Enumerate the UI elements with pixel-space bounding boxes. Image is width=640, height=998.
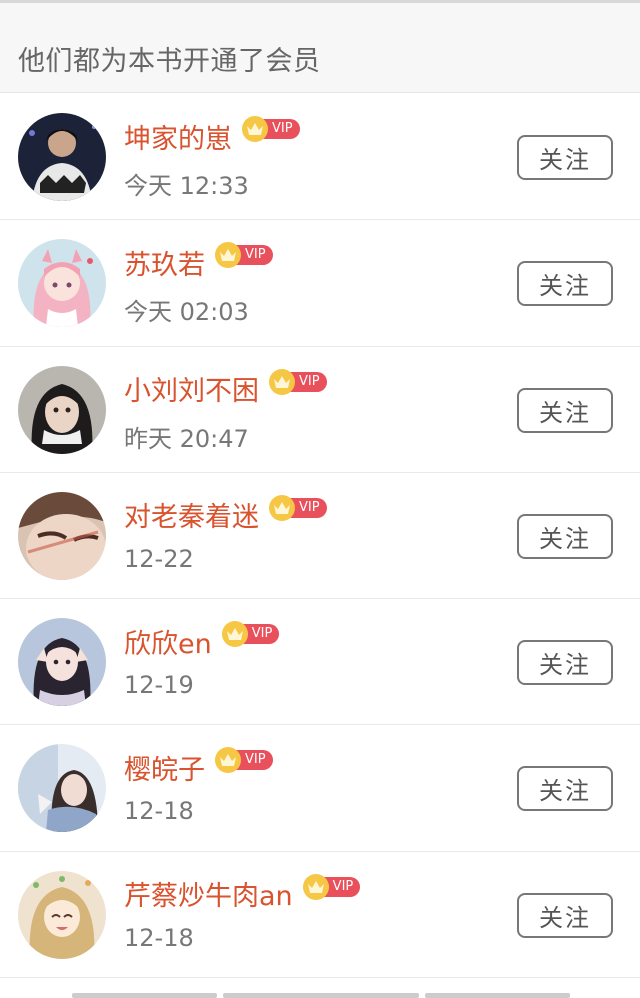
next-item-peek <box>0 979 640 998</box>
follow-button[interactable]: 关注 <box>517 513 613 559</box>
vip-badge: VIP <box>215 242 273 269</box>
member-time: 昨天 20:47 <box>124 424 249 453</box>
crown-icon <box>242 116 268 142</box>
member-name[interactable]: 对老秦着迷 <box>124 495 259 534</box>
member-name[interactable]: 小刘刘不困 <box>124 369 259 408</box>
list-item[interactable]: 苏玖若 VIP 今天 02:03 关注 <box>0 220 640 347</box>
crown-icon <box>269 494 295 521</box>
member-name[interactable]: 坤家的崽 <box>124 117 232 156</box>
crown-icon <box>269 368 295 395</box>
list-item[interactable]: 樱皖子 VIP 12-18 关注 <box>0 725 640 852</box>
vip-badge: VIP <box>269 368 327 395</box>
avatar[interactable] <box>18 618 106 707</box>
follow-button[interactable]: 关注 <box>517 640 613 686</box>
list-item[interactable]: 对老秦着迷 VIP 12-22 关注 <box>0 472 640 600</box>
member-time: 12-18 <box>124 797 194 826</box>
follow-button[interactable]: 关注 <box>517 261 613 307</box>
follow-button[interactable]: 关注 <box>517 387 613 433</box>
vip-badge: VIP <box>221 621 280 648</box>
member-name[interactable]: 苏玖若 <box>124 243 205 282</box>
divider-segment <box>72 993 217 998</box>
divider-segment <box>223 993 419 998</box>
avatar[interactable] <box>18 491 106 580</box>
member-time: 今天 12:33 <box>124 172 249 200</box>
avatar[interactable] <box>18 239 106 328</box>
avatar[interactable] <box>18 744 106 833</box>
vip-badge: VIP <box>242 116 300 142</box>
vip-badge: VIP <box>269 494 327 521</box>
member-time: 今天 02:03 <box>124 298 249 327</box>
divider-segment <box>425 993 570 998</box>
follow-button[interactable]: 关注 <box>517 766 613 812</box>
crown-icon <box>302 873 329 900</box>
member-list: 坤家的崽 VIP 今天 12:33 关注 苏玖若 VIP 今天 02:03 关注… <box>0 94 640 979</box>
member-time: 12-18 <box>124 923 194 952</box>
member-name[interactable]: 芹蔡炒牛肉an <box>124 874 293 913</box>
section-title: 他们都为本书开通了会员 <box>18 46 321 77</box>
member-name[interactable]: 欣欣en <box>124 622 212 661</box>
list-item[interactable]: 芹蔡炒牛肉an VIP 12-18 关注 <box>0 851 640 979</box>
follow-button[interactable]: 关注 <box>517 892 613 938</box>
member-time: 12-22 <box>124 544 194 573</box>
avatar[interactable] <box>18 113 106 201</box>
follow-button[interactable]: 关注 <box>517 135 613 180</box>
avatar[interactable] <box>18 365 106 454</box>
list-item[interactable]: 小刘刘不困 VIP 昨天 20:47 关注 <box>0 346 640 473</box>
avatar[interactable] <box>18 870 106 959</box>
list-item[interactable]: 坤家的崽 VIP 今天 12:33 关注 <box>0 94 640 221</box>
crown-icon <box>221 621 248 648</box>
vip-badge: VIP <box>215 747 273 774</box>
member-name[interactable]: 樱皖子 <box>124 748 205 787</box>
vip-badge: VIP <box>302 873 361 900</box>
member-time: 12-19 <box>124 671 194 700</box>
section-header: 他们都为本书开通了会员 <box>0 3 640 93</box>
list-item[interactable]: 欣欣en VIP 12-19 关注 <box>0 599 640 726</box>
